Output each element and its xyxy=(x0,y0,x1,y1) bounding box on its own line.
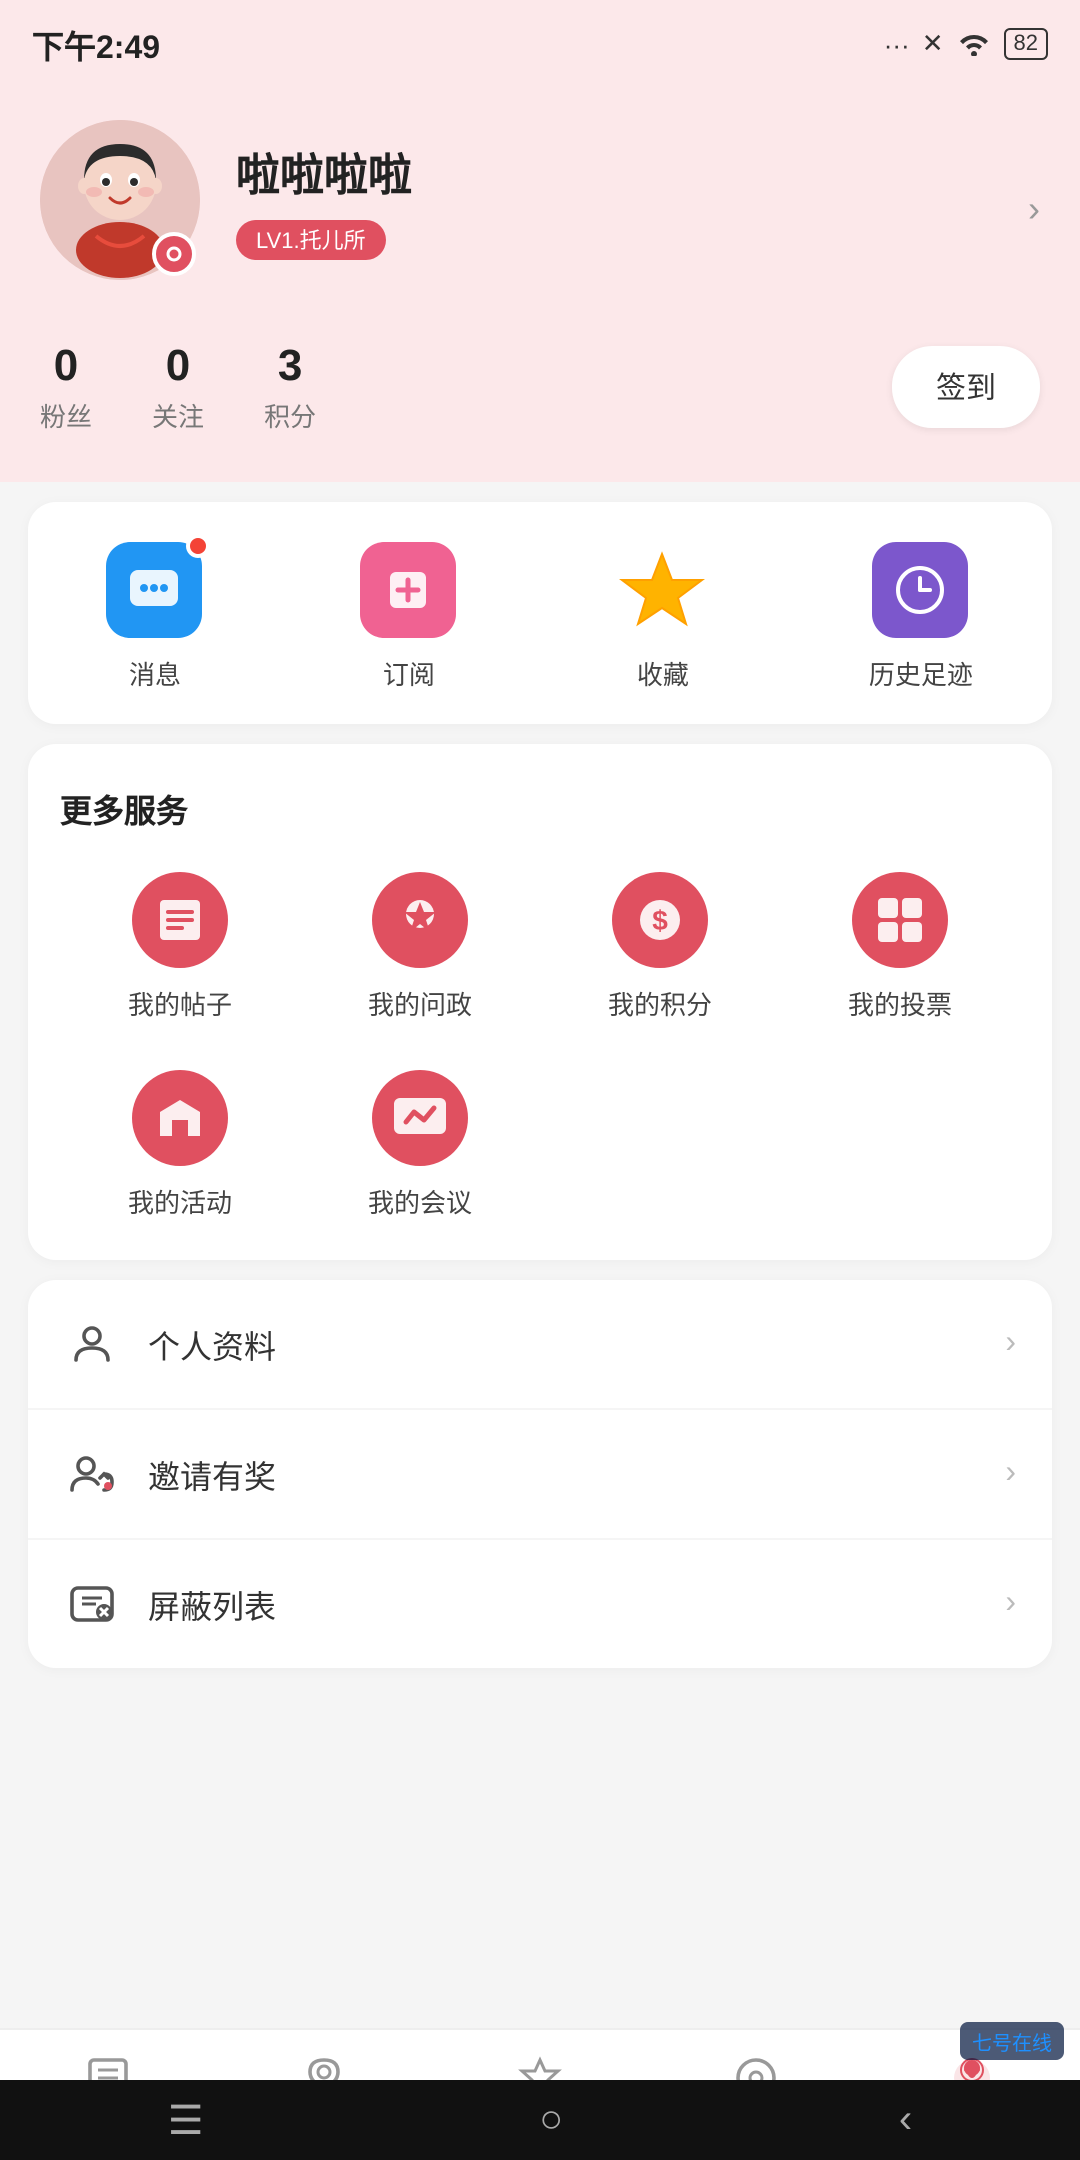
menu-item-profile[interactable]: 个人资料 › xyxy=(28,1280,1052,1410)
history-label: 历史足迹 xyxy=(869,654,973,692)
stat-points[interactable]: 3 积分 xyxy=(264,340,316,434)
my-politics-icon xyxy=(372,872,468,968)
collect-label: 收藏 xyxy=(637,654,689,692)
my-posts-icon xyxy=(132,872,228,968)
my-points-label: 我的积分 xyxy=(608,984,712,1022)
my-meeting-icon xyxy=(372,1070,468,1166)
checkin-button[interactable]: 签到 xyxy=(892,346,1040,428)
services-grid: 我的帖子 我的问政 $ xyxy=(60,872,1020,1220)
profile-icon xyxy=(64,1316,120,1372)
history-icon-wrap xyxy=(873,542,969,638)
more-services-title: 更多服务 xyxy=(60,784,1020,832)
blocklist-menu-label: 屏蔽列表 xyxy=(148,1580,1005,1628)
menu-item-blocklist[interactable]: 屏蔽列表 › xyxy=(28,1540,1052,1668)
message-icon-wrap xyxy=(107,542,203,638)
service-my-points[interactable]: $ 我的积分 xyxy=(540,872,780,1022)
quick-item-collect[interactable]: 收藏 xyxy=(615,542,711,692)
avatar-wrap[interactable] xyxy=(40,120,200,280)
stats-group: 0 粉丝 0 关注 3 积分 xyxy=(40,340,892,434)
fans-count: 0 xyxy=(40,340,92,392)
watermark: 七号在线 xyxy=(960,2022,1064,2060)
service-my-meeting[interactable]: 我的会议 xyxy=(300,1070,540,1220)
points-count: 3 xyxy=(264,340,316,392)
invite-icon xyxy=(64,1446,120,1502)
battery-icon: 82 xyxy=(1004,28,1049,60)
wifi-icon xyxy=(956,27,992,61)
profile-info: 啦啦啦啦 LV1.托儿所 xyxy=(236,140,1040,260)
stat-fans[interactable]: 0 粉丝 xyxy=(40,340,92,434)
x-icon: ✕ xyxy=(922,28,944,60)
system-bar: ☰ ○ ‹ xyxy=(0,2080,1080,2160)
my-meeting-label: 我的会议 xyxy=(368,1182,472,1220)
stats-bar: 0 粉丝 0 关注 3 积分 签到 xyxy=(0,340,1080,482)
subscribe-label: 订阅 xyxy=(383,654,435,692)
profile-menu-arrow: › xyxy=(1005,1326,1016,1362)
status-time: 下午2:49 xyxy=(32,20,160,68)
my-vote-icon xyxy=(852,872,948,968)
quick-item-subscribe[interactable]: 订阅 xyxy=(361,542,457,692)
avatar-edit-icon[interactable] xyxy=(152,232,196,276)
quick-item-message[interactable]: 消息 xyxy=(107,542,203,692)
my-points-icon: $ xyxy=(612,872,708,968)
service-my-vote[interactable]: 我的投票 xyxy=(780,872,1020,1022)
invite-menu-label: 邀请有奖 xyxy=(148,1450,1005,1498)
collect-icon-wrap xyxy=(615,542,711,638)
sys-menu-btn[interactable]: ☰ xyxy=(168,2095,204,2145)
more-services: 更多服务 我的帖子 xyxy=(28,744,1052,1260)
message-badge xyxy=(187,534,211,558)
quick-item-history[interactable]: 历史足迹 xyxy=(869,542,973,692)
profile-header: 啦啦啦啦 LV1.托儿所 › xyxy=(0,80,1080,340)
blocklist-menu-arrow: › xyxy=(1005,1586,1016,1622)
my-posts-label: 我的帖子 xyxy=(128,984,232,1022)
signal-icon: ··· xyxy=(884,29,910,59)
my-activity-icon xyxy=(132,1070,228,1166)
stat-following[interactable]: 0 关注 xyxy=(152,340,204,434)
message-label: 消息 xyxy=(129,654,181,692)
blocklist-icon xyxy=(64,1576,120,1632)
my-activity-label: 我的活动 xyxy=(128,1182,232,1220)
profile-arrow[interactable]: › xyxy=(1028,189,1040,231)
service-my-posts[interactable]: 我的帖子 xyxy=(60,872,300,1022)
service-my-politics[interactable]: 我的问政 xyxy=(300,872,540,1022)
points-label: 积分 xyxy=(264,396,316,434)
my-politics-label: 我的问政 xyxy=(368,984,472,1022)
status-bar: 下午2:49 ··· ✕ 82 xyxy=(0,0,1080,80)
invite-menu-arrow: › xyxy=(1005,1456,1016,1492)
subscribe-icon-wrap xyxy=(361,542,457,638)
my-vote-label: 我的投票 xyxy=(848,984,952,1022)
following-label: 关注 xyxy=(152,396,204,434)
sys-home-btn[interactable]: ○ xyxy=(539,2097,563,2143)
svg-text:$: $ xyxy=(652,905,668,936)
profile-name: 啦啦啦啦 xyxy=(236,140,1040,204)
sys-back-btn[interactable]: ‹ xyxy=(899,2097,912,2143)
profile-menu-label: 个人资料 xyxy=(148,1320,1005,1368)
level-badge: LV1.托儿所 xyxy=(236,220,386,260)
status-icons: ··· ✕ 82 xyxy=(884,27,1048,61)
quick-actions: 消息 订阅 收藏 xyxy=(28,502,1052,724)
menu-section: 个人资料 › 邀请有奖 › xyxy=(28,1280,1052,1668)
service-my-activity[interactable]: 我的活动 xyxy=(60,1070,300,1220)
fans-label: 粉丝 xyxy=(40,396,92,434)
following-count: 0 xyxy=(152,340,204,392)
menu-item-invite[interactable]: 邀请有奖 › xyxy=(28,1410,1052,1540)
